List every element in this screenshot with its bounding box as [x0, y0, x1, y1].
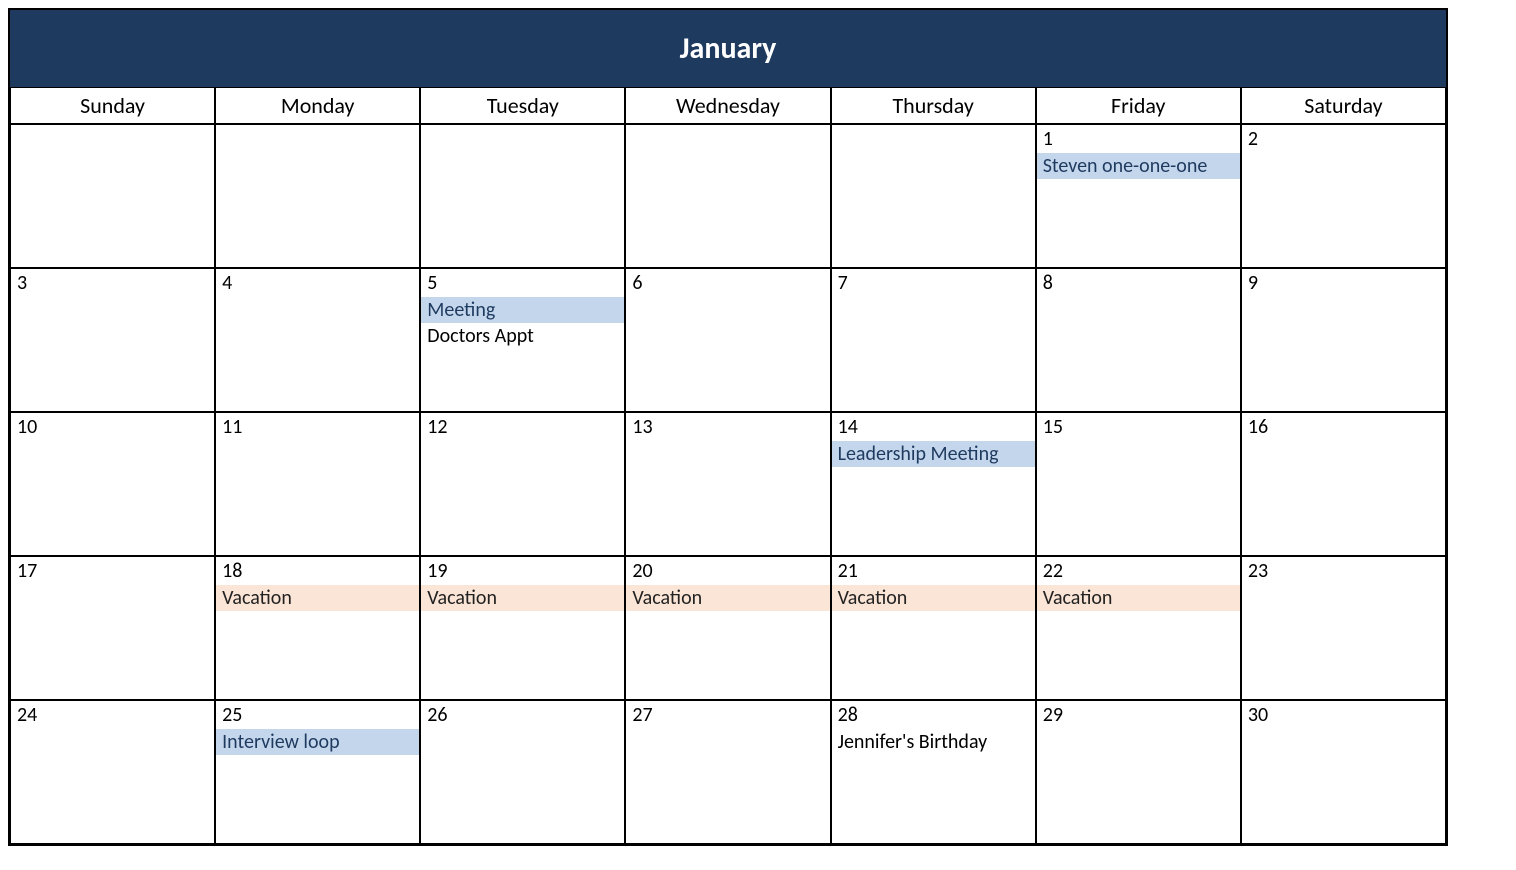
day-number: 21 [832, 557, 1035, 585]
day-number: 8 [1037, 269, 1240, 297]
day-cell[interactable]: 10 [10, 412, 215, 556]
calendar-week: 345MeetingDoctors Appt6789 [10, 268, 1446, 412]
day-number: 10 [11, 413, 214, 441]
day-number: 4 [216, 269, 419, 297]
calendar-week: 1718Vacation19Vacation20Vacation21Vacati… [10, 556, 1446, 700]
day-cell[interactable]: 22Vacation [1036, 556, 1241, 700]
day-number: 19 [421, 557, 624, 585]
day-cell[interactable]: 2 [1241, 124, 1446, 268]
day-header-sunday: Sunday [10, 87, 215, 124]
day-cell[interactable]: 16 [1241, 412, 1446, 556]
day-number: 15 [1037, 413, 1240, 441]
calendar-event[interactable]: Jennifer's Birthday [832, 729, 1035, 755]
day-number: 2 [1242, 125, 1445, 153]
day-number: 27 [626, 701, 829, 729]
day-header-friday: Friday [1036, 87, 1241, 124]
calendar-event[interactable]: Doctors Appt [421, 323, 624, 349]
day-cell[interactable]: 18Vacation [215, 556, 420, 700]
day-cell[interactable] [625, 124, 830, 268]
calendar-event[interactable]: Interview loop [216, 729, 419, 755]
calendar: January Sunday Monday Tuesday Wednesday … [8, 8, 1448, 846]
calendar-week: 1Steven one-one-one2 [10, 124, 1446, 268]
day-cell[interactable]: 30 [1241, 700, 1446, 844]
day-cell[interactable] [10, 124, 215, 268]
calendar-week: 1011121314Leadership Meeting1516 [10, 412, 1446, 556]
day-number: 3 [11, 269, 214, 297]
day-number: 30 [1242, 701, 1445, 729]
day-cell[interactable]: 24 [10, 700, 215, 844]
day-cell[interactable]: 20Vacation [625, 556, 830, 700]
day-cell[interactable]: 19Vacation [420, 556, 625, 700]
day-cell[interactable]: 15 [1036, 412, 1241, 556]
day-cell[interactable]: 5MeetingDoctors Appt [420, 268, 625, 412]
day-cell[interactable]: 25Interview loop [215, 700, 420, 844]
day-cell[interactable]: 9 [1241, 268, 1446, 412]
day-header-monday: Monday [215, 87, 420, 124]
day-cell[interactable]: 23 [1241, 556, 1446, 700]
day-number: 18 [216, 557, 419, 585]
calendar-event[interactable]: Vacation [626, 585, 829, 611]
day-number: 1 [1037, 125, 1240, 153]
day-cell[interactable]: 13 [625, 412, 830, 556]
day-headers-row: Sunday Monday Tuesday Wednesday Thursday… [10, 87, 1446, 124]
month-header: January [10, 10, 1446, 87]
day-cell[interactable]: 8 [1036, 268, 1241, 412]
day-number: 14 [832, 413, 1035, 441]
day-number: 6 [626, 269, 829, 297]
day-header-thursday: Thursday [831, 87, 1036, 124]
day-cell[interactable]: 6 [625, 268, 830, 412]
day-number: 23 [1242, 557, 1445, 585]
day-cell[interactable]: 26 [420, 700, 625, 844]
day-cell[interactable]: 14Leadership Meeting [831, 412, 1036, 556]
day-cell[interactable]: 29 [1036, 700, 1241, 844]
day-cell[interactable] [215, 124, 420, 268]
day-number: 7 [832, 269, 1035, 297]
calendar-week: 2425Interview loop262728Jennifer's Birth… [10, 700, 1446, 844]
day-header-tuesday: Tuesday [420, 87, 625, 124]
day-cell[interactable]: 4 [215, 268, 420, 412]
day-number: 25 [216, 701, 419, 729]
day-number: 20 [626, 557, 829, 585]
day-cell[interactable]: 7 [831, 268, 1036, 412]
day-number: 29 [1037, 701, 1240, 729]
day-number: 9 [1242, 269, 1445, 297]
calendar-event[interactable]: Vacation [421, 585, 624, 611]
calendar-event[interactable]: Meeting [421, 297, 624, 323]
day-cell[interactable]: 21Vacation [831, 556, 1036, 700]
day-number: 16 [1242, 413, 1445, 441]
day-cell[interactable]: 27 [625, 700, 830, 844]
day-cell[interactable]: 1Steven one-one-one [1036, 124, 1241, 268]
day-cell[interactable]: 28Jennifer's Birthday [831, 700, 1036, 844]
day-cell[interactable]: 12 [420, 412, 625, 556]
day-header-saturday: Saturday [1241, 87, 1446, 124]
calendar-event[interactable]: Vacation [832, 585, 1035, 611]
day-number: 17 [11, 557, 214, 585]
day-header-wednesday: Wednesday [625, 87, 830, 124]
day-cell[interactable] [831, 124, 1036, 268]
day-number: 5 [421, 269, 624, 297]
calendar-event[interactable]: Steven one-one-one [1037, 153, 1240, 179]
day-cell[interactable]: 3 [10, 268, 215, 412]
day-number: 28 [832, 701, 1035, 729]
day-number: 13 [626, 413, 829, 441]
calendar-event[interactable]: Vacation [216, 585, 419, 611]
day-number: 26 [421, 701, 624, 729]
day-cell[interactable]: 17 [10, 556, 215, 700]
calendar-grid: 1Steven one-one-one2345MeetingDoctors Ap… [10, 124, 1446, 844]
day-number: 22 [1037, 557, 1240, 585]
day-number: 24 [11, 701, 214, 729]
day-number: 11 [216, 413, 419, 441]
calendar-event[interactable]: Leadership Meeting [832, 441, 1035, 467]
day-cell[interactable]: 11 [215, 412, 420, 556]
day-number: 12 [421, 413, 624, 441]
calendar-event[interactable]: Vacation [1037, 585, 1240, 611]
day-cell[interactable] [420, 124, 625, 268]
